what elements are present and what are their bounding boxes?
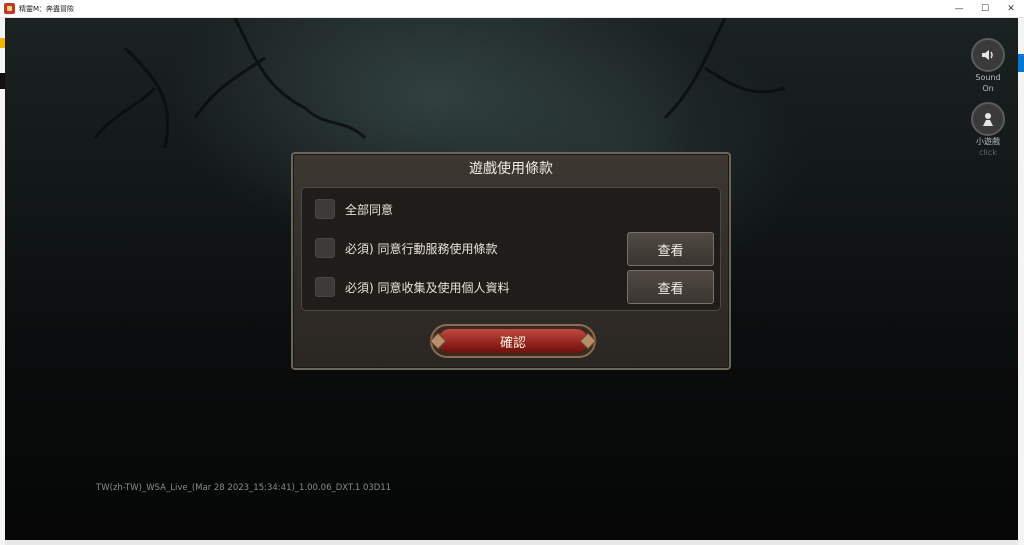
partial-icon (1018, 54, 1024, 72)
terms-service-row[interactable]: 必須) 同意行動服務使用條款 (315, 238, 498, 258)
view-terms-service-button[interactable]: 查看 (627, 232, 714, 266)
window-titlebar: 精靈M：奔盡冒險 — ☐ ✕ (0, 0, 1024, 18)
close-button[interactable]: ✕ (998, 0, 1024, 17)
terms-dialog: 遊戲使用條款 全部同意 必須) 同意行動服務使用條款 查看 必須) 同意收集及使… (291, 152, 731, 370)
confirm-button[interactable]: 確認 (429, 324, 597, 358)
privacy-checkbox[interactable] (315, 277, 335, 297)
minigame-button[interactable]: 小遊戲 click (969, 102, 1007, 157)
privacy-row[interactable]: 必須) 同意收集及使用個人資料 (315, 277, 510, 297)
sound-state-label: On (982, 84, 994, 93)
agree-all-label: 全部同意 (345, 202, 394, 217)
sound-toggle-button[interactable]: Sound On (969, 38, 1007, 95)
terms-panel: 全部同意 必須) 同意行動服務使用條款 查看 必須) 同意收集及使用個人資料 查… (301, 187, 721, 311)
app-icon (4, 3, 15, 14)
background-window-strip-right (1018, 18, 1024, 545)
version-text: TW(zh-TW)_WSA_Live_(Mar 28 2023_15:34:41… (96, 483, 392, 493)
view-privacy-button[interactable]: 查看 (627, 270, 714, 304)
privacy-label: 必須) 同意收集及使用個人資料 (345, 280, 510, 295)
maximize-button[interactable]: ☐ (972, 0, 998, 17)
agree-all-checkbox[interactable] (315, 199, 335, 219)
character-icon (971, 102, 1005, 136)
agree-all-row[interactable]: 全部同意 (315, 199, 393, 219)
minigame-label: 小遊戲 (976, 137, 1000, 146)
speaker-icon (971, 38, 1005, 72)
terms-service-checkbox[interactable] (315, 238, 335, 258)
dialog-title: 遊戲使用條款 (469, 161, 553, 177)
window-controls: — ☐ ✕ (946, 0, 1024, 17)
minimize-button[interactable]: — (946, 0, 972, 17)
window-bottom-edge (5, 540, 1018, 545)
window-title: 精靈M：奔盡冒險 (19, 4, 75, 13)
minigame-sublabel: click (979, 148, 997, 157)
terms-service-label: 必須) 同意行動服務使用條款 (345, 241, 498, 256)
confirm-label: 確認 (499, 335, 526, 351)
